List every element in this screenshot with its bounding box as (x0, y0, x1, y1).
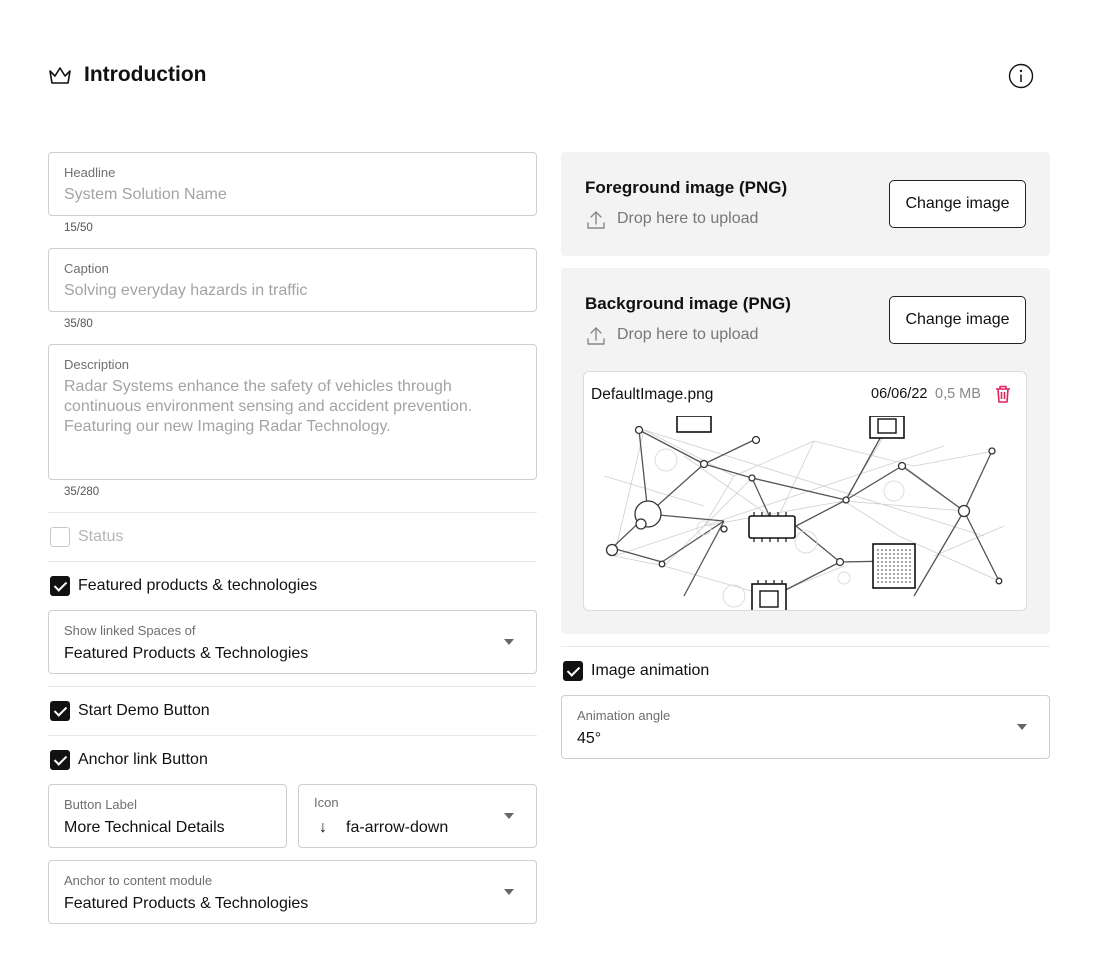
file-date: 06/06/22 (871, 386, 928, 402)
headline-field[interactable]: Headline System Solution Name (48, 152, 537, 216)
file-size: 0,5 MB (935, 386, 981, 402)
start-demo-checkbox[interactable] (50, 701, 70, 721)
description-label: Description (64, 357, 130, 372)
description-placeholder: Radar Systems enhance the safety of vehi… (64, 378, 473, 435)
button-label-field[interactable]: Button Label More Technical Details (48, 784, 287, 848)
headline-label: Headline (64, 165, 116, 180)
caption-placeholder: Solving everyday hazards in traffic (64, 282, 308, 299)
description-field[interactable]: Description Radar Systems enhance the sa… (48, 344, 537, 480)
icon-select-label: Icon (314, 795, 339, 810)
caret-down-icon (504, 639, 514, 645)
caption-label: Caption (64, 261, 109, 276)
featured-label: Featured products & technologies (78, 577, 318, 594)
anchor-module-value: Featured Products & Technologies (64, 895, 309, 912)
caret-down-icon (1017, 724, 1027, 730)
image-animation-checkbox[interactable] (563, 661, 583, 681)
anchor-module-label: Anchor to content module (64, 873, 213, 888)
foreground-title: Foreground image (PNG) (585, 178, 788, 197)
icon-select[interactable]: Icon ↓ fa-arrow-down (298, 784, 537, 848)
divider (48, 561, 537, 562)
button-label-value: More Technical Details (64, 819, 225, 836)
description-counter: 35/280 (64, 486, 100, 498)
animation-angle-label: Animation angle (577, 708, 671, 723)
trash-icon[interactable] (994, 384, 1012, 404)
divider (48, 735, 537, 736)
divider (48, 512, 537, 513)
info-icon[interactable] (1008, 63, 1034, 89)
animation-angle-select[interactable]: Animation angle 45° (561, 695, 1050, 759)
animation-angle-value: 45° (577, 730, 602, 747)
crown-icon (49, 67, 71, 84)
background-drop-text: Drop here to upload (617, 326, 759, 343)
arrow-down-icon: ↓ (319, 819, 327, 836)
page-title: Introduction (84, 63, 207, 86)
file-card: DefaultImage.png 06/06/22 0,5 MB (583, 371, 1027, 611)
background-change-button[interactable]: Change image (889, 296, 1026, 344)
background-title: Background image (PNG) (585, 294, 791, 313)
foreground-change-button[interactable]: Change image (889, 180, 1026, 228)
caret-down-icon (504, 813, 514, 819)
background-image-panel: Background image (PNG) Drop here to uplo… (561, 268, 1050, 634)
status-label: Status (78, 528, 124, 545)
linked-spaces-value: Featured Products & Technologies (64, 645, 309, 662)
button-label-label: Button Label (64, 797, 138, 812)
anchor-link-checkbox[interactable] (50, 750, 70, 770)
image-animation-label: Image animation (591, 662, 710, 679)
headline-placeholder: System Solution Name (64, 186, 227, 203)
foreground-drop-text: Drop here to upload (617, 210, 759, 227)
page-header: Introduction (48, 60, 1038, 92)
network-preview-image (603, 416, 1005, 610)
featured-checkbox[interactable] (50, 576, 70, 596)
caption-field[interactable]: Caption Solving everyday hazards in traf… (48, 248, 537, 312)
divider (561, 646, 1050, 647)
file-name: DefaultImage.png (591, 386, 714, 403)
start-demo-label: Start Demo Button (78, 702, 210, 719)
upload-icon (587, 211, 605, 229)
caret-down-icon (504, 889, 514, 895)
icon-select-value: fa-arrow-down (346, 819, 449, 836)
foreground-image-panel: Foreground image (PNG) Drop here to uplo… (561, 152, 1050, 256)
anchor-link-label: Anchor link Button (78, 751, 208, 768)
anchor-module-select[interactable]: Anchor to content module Featured Produc… (48, 860, 537, 924)
divider (48, 686, 537, 687)
linked-spaces-label: Show linked Spaces of (64, 623, 196, 638)
linked-spaces-select[interactable]: Show linked Spaces of Featured Products … (48, 610, 537, 674)
caption-counter: 35/80 (64, 318, 93, 330)
status-checkbox[interactable] (50, 527, 70, 547)
headline-counter: 15/50 (64, 222, 93, 234)
upload-icon (587, 327, 605, 345)
